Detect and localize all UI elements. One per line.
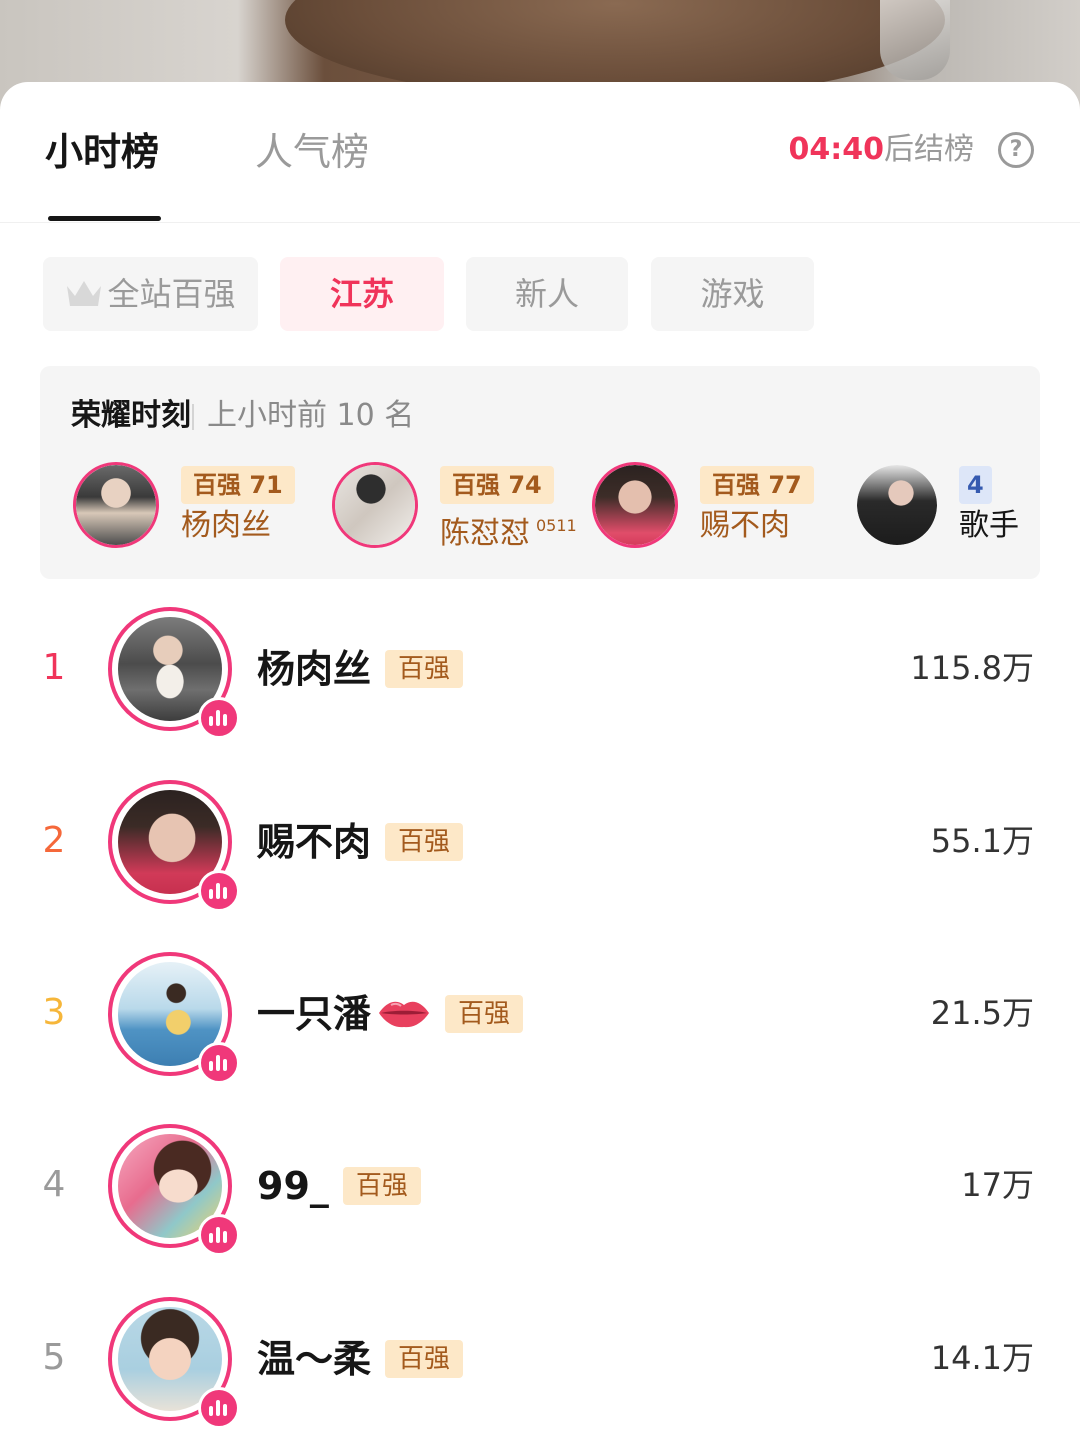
countdown-time: 04:40 <box>788 132 885 167</box>
top100-badge: 百强 71 <box>181 466 295 504</box>
user-name: 赐不肉 百强 <box>257 819 464 865</box>
glory-item[interactable]: 4 歌手 <box>854 462 1040 552</box>
tab-underline <box>48 216 161 221</box>
user-name-text: 杨肉丝 <box>257 647 372 691</box>
glory-item[interactable]: 百强 71 杨肉丝 <box>73 462 323 552</box>
glory-item[interactable]: 百强 77 赐不肉 <box>592 462 842 552</box>
avatar <box>854 462 940 548</box>
glory-subtitle: 上小时前 10 名 <box>207 398 415 433</box>
filter-newcomer[interactable]: 新人 <box>466 257 628 331</box>
top100-badge: 百强 <box>385 1339 464 1378</box>
live-icon <box>198 1387 240 1429</box>
glory-title: 荣耀时刻 <box>71 398 191 433</box>
user-name-text: 99_ <box>257 1164 329 1208</box>
top100-badge: 百强 <box>445 994 524 1033</box>
crown-icon <box>67 281 102 306</box>
help-icon[interactable]: ? <box>998 132 1034 168</box>
rank-number: 1 <box>42 647 66 688</box>
top100-badge: 百强 <box>385 822 464 861</box>
avatar <box>332 462 418 548</box>
rank-number: 4 <box>42 1164 66 1205</box>
score: 21.5万 <box>930 994 1034 1032</box>
live-icon <box>198 697 240 739</box>
rank-row-4[interactable]: 4 99_ 百强 17万 <box>0 1103 1080 1275</box>
rank-badge: 4 <box>959 466 992 504</box>
top100-badge: 百强 <box>385 649 464 688</box>
glory-name-suffix: 0511 <box>536 516 577 535</box>
tab-bar: 小时榜 人气榜 04:40后结榜 ? <box>0 82 1080 223</box>
filter-label: 新人 <box>514 275 579 313</box>
divider <box>192 404 194 430</box>
top100-badge: 百强 <box>342 1166 421 1205</box>
avatar[interactable] <box>108 952 240 1084</box>
filter-label: 游戏 <box>700 275 765 313</box>
user-name-text: 一只潘 <box>257 992 372 1036</box>
live-icon <box>198 870 240 912</box>
top100-badge: 百强 77 <box>700 466 814 504</box>
filter-jiangsu[interactable]: 江苏 <box>280 257 444 331</box>
countdown-suffix: 后结榜 <box>884 132 974 167</box>
glory-name: 歌手 <box>959 508 1019 543</box>
user-name: 一只潘 百强 <box>257 991 524 1037</box>
user-name: 温～柔 百强 <box>257 1336 464 1382</box>
live-icon <box>198 1214 240 1256</box>
score: 17万 <box>961 1166 1034 1204</box>
filter-all-top100[interactable]: 全站百强 <box>43 257 258 331</box>
live-icon <box>198 1042 240 1084</box>
glory-moment-card: 荣耀时刻 上小时前 10 名 百强 71 杨肉丝 百强 74 陈怼怼 0511 百… <box>40 366 1040 579</box>
user-name: 杨肉丝 百强 <box>257 646 464 692</box>
avatar <box>592 462 678 548</box>
rank-row-5[interactable]: 5 温～柔 百强 14.1万 <box>0 1276 1080 1440</box>
tab-hourly[interactable]: 小时榜 <box>45 130 159 174</box>
glory-name-text: 陈怼怼 <box>440 516 530 551</box>
lips-icon <box>379 1001 430 1027</box>
avatar[interactable] <box>108 1297 240 1429</box>
rank-row-2[interactable]: 2 赐不肉 百强 55.1万 <box>0 759 1080 931</box>
top100-badge: 百强 74 <box>440 466 554 504</box>
glory-name: 赐不肉 <box>700 508 790 543</box>
filter-label: 江苏 <box>329 275 394 313</box>
glory-name: 陈怼怼 0511 <box>440 506 577 554</box>
rank-row-1[interactable]: 1 杨肉丝 百强 115.8万 <box>0 586 1080 758</box>
rank-row-3[interactable]: 3 一只潘 百强 21.5万 <box>0 931 1080 1103</box>
score: 115.8万 <box>910 649 1034 687</box>
countdown: 04:40后结榜 <box>789 132 975 168</box>
user-name-text: 赐不肉 <box>257 820 372 864</box>
score: 55.1万 <box>930 822 1034 860</box>
ranking-sheet: 小时榜 人气榜 04:40后结榜 ? 全站百强 江苏 新人 游戏 荣耀时刻 上小… <box>0 82 1080 1440</box>
rank-number: 2 <box>42 820 66 861</box>
tab-popularity[interactable]: 人气榜 <box>255 130 369 174</box>
glory-name: 杨肉丝 <box>181 508 271 543</box>
background-hairclip <box>880 0 950 80</box>
filter-game[interactable]: 游戏 <box>651 257 814 331</box>
user-name: 99_ 百强 <box>257 1163 421 1209</box>
avatar[interactable] <box>108 607 240 739</box>
score: 14.1万 <box>930 1339 1034 1377</box>
rank-number: 5 <box>42 1337 66 1378</box>
avatar <box>73 462 159 548</box>
avatar[interactable] <box>108 1124 240 1256</box>
avatar[interactable] <box>108 780 240 912</box>
glory-item[interactable]: 百强 74 陈怼怼 0511 <box>332 462 592 552</box>
rank-number: 3 <box>42 992 66 1033</box>
user-name-text: 温～柔 <box>257 1337 372 1381</box>
filter-label: 全站百强 <box>107 275 236 313</box>
